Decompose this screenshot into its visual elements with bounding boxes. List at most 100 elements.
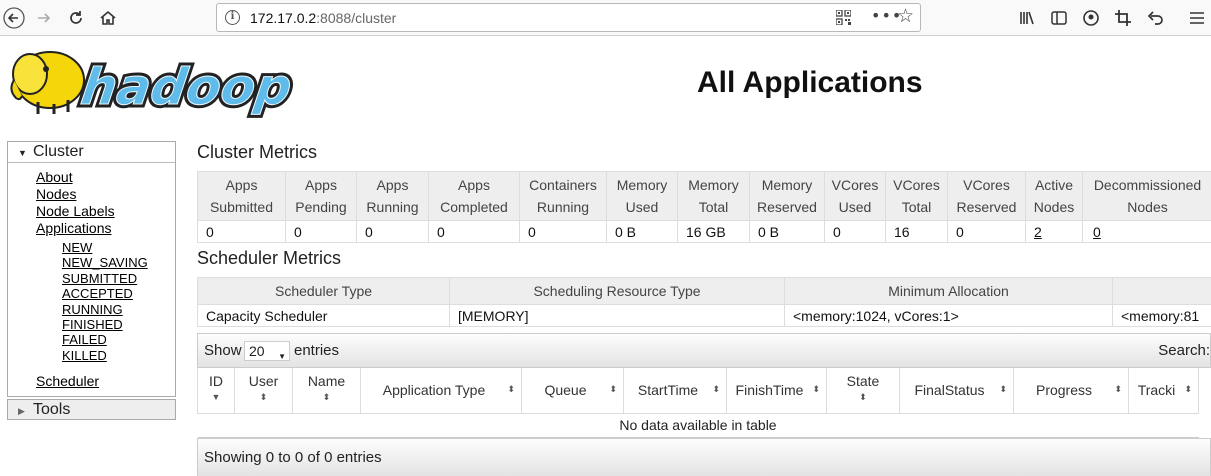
cluster-metric-header-line: Used — [838, 199, 872, 215]
cluster-metric-header-line: Running — [536, 199, 590, 215]
page-size-select[interactable]: 20 ▼ — [244, 341, 290, 361]
tools-header[interactable]: ▶ Tools — [7, 399, 176, 421]
show-label: Show — [204, 342, 242, 359]
column-header-tracki[interactable]: Tracki ⬍ — [1128, 368, 1199, 414]
nav-link-new-saving[interactable]: NEW_SAVING — [62, 255, 175, 270]
cluster-metric-header-line: Memory — [688, 177, 739, 193]
cluster-metric-value: 16 — [894, 223, 910, 240]
scheduler-metric-value: Capacity Scheduler — [197, 304, 450, 327]
cluster-metric-header: VCores Reserved — [947, 171, 1026, 221]
url-text: 172.17.0.2:8088/cluster — [250, 10, 397, 26]
entries-label: entries — [294, 342, 340, 359]
cluster-header[interactable]: ▼ Cluster — [8, 142, 175, 163]
nav-link-accepted[interactable]: ACCEPTED — [62, 286, 175, 301]
scheduler-metrics-title: Scheduler Metrics — [197, 248, 342, 268]
cluster-metric-header-line: VCores — [893, 177, 940, 193]
sort-arrows-icon: ⬍ — [322, 392, 331, 402]
cluster-metric-header-line: Apps — [376, 177, 409, 193]
bookmark-star-icon[interactable]: ☆ — [897, 5, 914, 27]
cluster-metric-header-line: Pending — [295, 199, 347, 215]
cluster-metric-header-line: Reserved — [757, 199, 817, 215]
nav-link-submitted[interactable]: SUBMITTED — [62, 271, 175, 286]
account-icon[interactable] — [1077, 4, 1105, 32]
back-icon[interactable] — [0, 4, 28, 32]
undo-icon[interactable] — [1141, 4, 1169, 32]
scheduler-metric-value: <memory:1024, vCores:1> — [784, 304, 1113, 327]
home-icon[interactable] — [94, 4, 122, 32]
column-header-label: Name — [307, 373, 346, 389]
info-icon[interactable]: i — [225, 10, 240, 25]
scheduler-metric-header — [1112, 277, 1211, 305]
cluster-metrics-title: Cluster Metrics — [197, 142, 318, 162]
collapsed-triangle-icon: ▶ — [18, 406, 25, 417]
column-header-label: Progress — [1035, 382, 1093, 399]
reload-icon[interactable] — [62, 4, 90, 32]
nav-link-new[interactable]: NEW — [62, 240, 175, 255]
cluster-metric-header-line: Total — [698, 199, 729, 215]
cluster-metric-link[interactable]: 2 — [1034, 224, 1042, 240]
applications-table-wrapper: Show 20 ▼ entries Search: ID ▼ User ⬍ Name ⬍ A… — [197, 333, 1211, 476]
sort-arrows-icon: ⬍ — [609, 384, 617, 394]
forward-icon[interactable] — [30, 4, 58, 32]
cluster-metric-header-line: Used — [625, 199, 659, 215]
qr-code-icon[interactable] — [836, 10, 851, 25]
cluster-metric-header-line: Nodes — [1127, 199, 1168, 215]
page-title: All Applications — [697, 66, 923, 99]
nav-link-applications[interactable]: Applications — [36, 220, 175, 237]
column-header-label: User — [248, 373, 279, 389]
column-header-application-type[interactable]: Application Type ⬍ — [360, 368, 522, 414]
column-header-progress[interactable]: Progress ⬍ — [1013, 368, 1129, 414]
column-header-label: State — [846, 373, 880, 389]
nav-link-failed[interactable]: FAILED — [62, 332, 175, 347]
cluster-metric-header-line: Active — [1034, 177, 1074, 193]
cluster-metric-header-line: Apps — [225, 177, 258, 193]
column-header-state[interactable]: State ⬍ — [826, 368, 900, 414]
menu-icon[interactable] — [1183, 4, 1211, 32]
cluster-metric-cell: 2 — [1025, 220, 1083, 243]
cluster-metric-cell: 0 — [428, 220, 520, 243]
nav-link-about[interactable]: About — [36, 169, 175, 186]
cluster-metric-header: Apps Pending — [285, 171, 357, 221]
library-icon[interactable] — [1013, 4, 1041, 32]
cluster-metric-value: 0 — [294, 223, 302, 240]
scheduler-metric-header: Minimum Allocation — [784, 277, 1113, 305]
cluster-metrics-table: Apps Submitted Apps Pending Apps Running Apps C… — [197, 171, 1211, 243]
sort-arrows-icon: ⬍ — [859, 392, 867, 402]
nav-link-finished[interactable]: FINISHED — [62, 317, 175, 332]
cluster-metric-value: 0 — [206, 223, 214, 240]
column-header-user[interactable]: User ⬍ — [234, 368, 293, 414]
column-header-label: FinalStatus — [914, 382, 985, 399]
nav-link-killed[interactable]: KILLED — [62, 348, 175, 363]
column-header-queue[interactable]: Queue ⬍ — [521, 368, 624, 414]
scheduler-metric-value: <memory:81 — [1112, 304, 1211, 327]
sidebar-toggle-icon[interactable] — [1045, 4, 1073, 32]
empty-table-message: No data available in table — [197, 413, 1199, 438]
nav-link-scheduler[interactable]: Scheduler — [36, 373, 175, 390]
table-controls: Show 20 ▼ entries Search: — [197, 333, 1211, 368]
cluster-metric-cell: 0 — [947, 220, 1026, 243]
cluster-metric-header-line: Reserved — [956, 199, 1017, 215]
column-header-starttime[interactable]: StartTime ⬍ — [623, 368, 727, 414]
cluster-metric-value: 0 — [956, 223, 964, 240]
cluster-metric-header: Memory Reserved — [749, 171, 825, 221]
nav-link-running[interactable]: RUNNING — [62, 302, 175, 317]
cluster-metric-header-line: Nodes — [1033, 199, 1075, 215]
cluster-metric-cell: 0 — [356, 220, 429, 243]
browser-toolbar: i 172.17.0.2:8088/cluster ••• ☆ — [0, 0, 1211, 36]
column-header-id[interactable]: ID ▼ — [197, 368, 235, 414]
column-header-name[interactable]: Name ⬍ — [292, 368, 361, 414]
screenshot-crop-icon[interactable] — [1109, 4, 1137, 32]
main-content: Cluster Metrics Apps Submitted Apps Pending… — [197, 141, 1211, 327]
column-header-finishtime[interactable]: FinishTime ⬍ — [726, 368, 827, 414]
cluster-metric-header: Decommissioned Nodes — [1082, 171, 1211, 221]
cluster-metric-link[interactable]: 0 — [1093, 224, 1101, 240]
tools-label: Tools — [33, 401, 71, 419]
cluster-metric-value: 0 — [365, 223, 373, 240]
column-header-finalstatus[interactable]: FinalStatus ⬍ — [899, 368, 1014, 414]
nav-link-node-labels[interactable]: Node Labels — [36, 203, 175, 220]
nav-link-nodes[interactable]: Nodes — [36, 186, 175, 203]
cluster-metric-cell: 0 — [285, 220, 357, 243]
address-bar[interactable]: i 172.17.0.2:8088/cluster ••• ☆ — [216, 3, 921, 32]
cluster-metric-cell: 0 B — [749, 220, 825, 243]
search-label: Search: — [1158, 342, 1210, 359]
